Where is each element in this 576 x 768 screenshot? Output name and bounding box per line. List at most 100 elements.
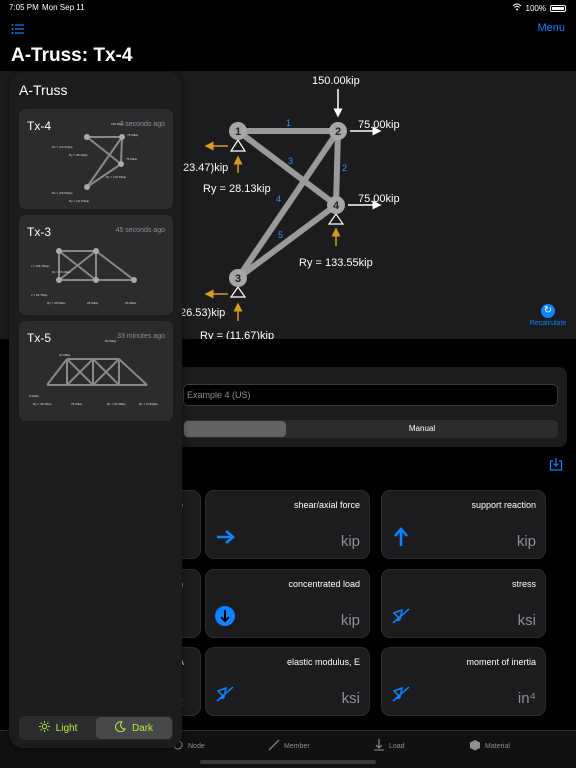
member-label-3: 3 [288, 156, 293, 166]
mode-segmented-control: Manual [183, 420, 558, 438]
unit-card-shear-axial-force[interactable]: shear/axial force kip [205, 490, 370, 559]
unit-value: ksi [341, 690, 360, 707]
support-node-4 [327, 212, 345, 225]
project-card-tx-3[interactable]: x = (93.75)kip Ry = 25.00kip x = 93.75ki… [19, 215, 173, 315]
unit-label: elastic modulus, E [286, 657, 360, 667]
recalculate-button[interactable]: ↻ Recalculate [528, 304, 568, 327]
unit-card-elastic-modulus[interactable]: elastic modulus, E ksi [205, 647, 370, 716]
theme-dark-label: Dark [131, 722, 154, 734]
unit-card-moment-of-inertia[interactable]: moment of inertia in⁴ [381, 647, 546, 716]
thumb-text: 25.00kip [87, 301, 99, 305]
unit-card-concentrated-load[interactable]: concentrated load kip [205, 569, 370, 638]
rx-node1-label: 23.47)kip [183, 162, 228, 174]
project-name: Tx-5 [27, 331, 51, 345]
thumb-text: 75.00kip [127, 133, 139, 137]
modulus-icon [214, 683, 236, 705]
sidebar-title: A-Truss [19, 82, 68, 98]
loads [333, 89, 382, 210]
home-indicator [200, 760, 376, 764]
tab-label: Node [188, 742, 205, 750]
ry-node3-label: Ry = (11.67)kip [200, 330, 274, 339]
status-right: 100% [512, 3, 566, 13]
support-node-3 [229, 285, 247, 298]
thumb-text: Ry = 26.30kip [33, 402, 52, 406]
projects-sidebar: A-Truss 150.00kip 75.00kip 75.00kip Rx =… [9, 72, 182, 748]
project-time: 45 seconds ago [115, 227, 165, 234]
load-node2-label: 75.00kip [358, 119, 400, 131]
battery-icon [550, 4, 566, 12]
thumb-text: 25.00kip [125, 301, 137, 305]
list-icon[interactable] [11, 22, 25, 34]
ry-node4-label: Ry = 133.55kip [299, 257, 373, 269]
thumb-text: 75.00kip [71, 402, 83, 406]
nav-bar: Menu [0, 14, 576, 44]
tab-label: Material [485, 742, 510, 750]
load-icon [373, 739, 385, 753]
tab-load[interactable]: Load [373, 739, 405, 753]
stress-icon [390, 605, 412, 627]
project-name: Tx-3 [27, 225, 51, 239]
thumb-text: Rx = (26.53)kip [52, 191, 73, 195]
wifi-icon [512, 3, 522, 13]
sun-icon [38, 721, 50, 735]
project-card-tx-4[interactable]: 150.00kip 75.00kip 75.00kip Rx = (23.47)… [19, 109, 173, 209]
tab-material[interactable]: Material [469, 739, 510, 753]
thumb-text: Ry = 133.55kip [106, 175, 126, 179]
thumb-text: Ry = 28.13kip [69, 153, 88, 157]
refresh-icon: ↻ [541, 304, 555, 318]
thumb-text: Ry = 25.00kip [47, 301, 66, 305]
arrow-up-icon [390, 526, 412, 548]
unit-card-support-reaction[interactable]: support reaction kip [381, 490, 546, 559]
status-bar: 7:05 PM Mon Sep 11 100% [0, 0, 576, 14]
tab-label: Member [284, 742, 310, 750]
export-icon[interactable] [549, 457, 563, 471]
status-date: Mon Sep 11 [42, 3, 85, 12]
unit-value: in⁴ [517, 690, 536, 707]
rx-node3-label: 26.53)kip [180, 307, 225, 319]
thumb-text: Ry = (3.69)kip [139, 402, 158, 406]
node-3-label: 3 [235, 273, 241, 285]
material-icon [469, 739, 481, 753]
theme-dark-button[interactable]: Dark [96, 717, 172, 739]
unit-value: kip [340, 533, 360, 550]
theme-light-label: Light [55, 722, 78, 734]
unit-value: ksi [517, 612, 536, 629]
project-card-tx-5[interactable]: 20.00kip 60.00kip 5.00kip Ry = 26.30kip … [19, 321, 173, 421]
member-label-1: 1 [286, 118, 291, 128]
unit-card-stress[interactable]: stress ksi [381, 569, 546, 638]
project-name-input[interactable]: Example 4 (US) [183, 384, 558, 406]
moon-icon [114, 721, 126, 735]
thumb-text: 75.00kip [126, 157, 138, 161]
segment-manual[interactable]: Manual [287, 421, 557, 437]
member-label-2: 2 [342, 163, 347, 173]
recalculate-label: Recalculate [529, 320, 567, 327]
tab-member[interactable]: Member [268, 739, 310, 753]
theme-light-button[interactable]: Light [20, 717, 96, 739]
load-node4-label: 75.00kip [358, 193, 400, 205]
unit-value: kip [516, 533, 536, 550]
node-4-label: 4 [333, 200, 340, 212]
member-label-4: 4 [276, 194, 281, 204]
thumb-text: 60.00kip [105, 339, 117, 343]
member-icon [268, 739, 280, 753]
arrow-right-icon [214, 526, 236, 548]
thumb-text: Rx = (23.47)kip [52, 145, 73, 149]
thumb-text: Ry = (11.67)kip [69, 199, 90, 203]
thumb-text: 20.00kip [59, 353, 71, 357]
thumb-text: x = (93.75)kip [31, 264, 50, 268]
status-time: 7:05 PM [9, 3, 39, 12]
thumb-text: Ry = 52.39kip [107, 402, 126, 406]
menu-button[interactable]: Menu [537, 22, 565, 34]
page-title: A-Truss: Tx-4 [11, 45, 133, 66]
project-time: 33 minutes ago [117, 333, 165, 340]
load-top-label: 150.00kip [312, 75, 360, 87]
project-name: Tx-4 [27, 119, 51, 133]
member-2-line [333, 130, 341, 206]
tab-label: Load [389, 742, 405, 750]
inertia-icon [390, 683, 412, 705]
node-1-label: 1 [235, 126, 241, 138]
thumb-text: 5.00kip [29, 394, 39, 398]
battery-percent: 100% [525, 3, 546, 13]
support-node-1 [229, 138, 247, 152]
segment-auto[interactable] [184, 421, 286, 437]
